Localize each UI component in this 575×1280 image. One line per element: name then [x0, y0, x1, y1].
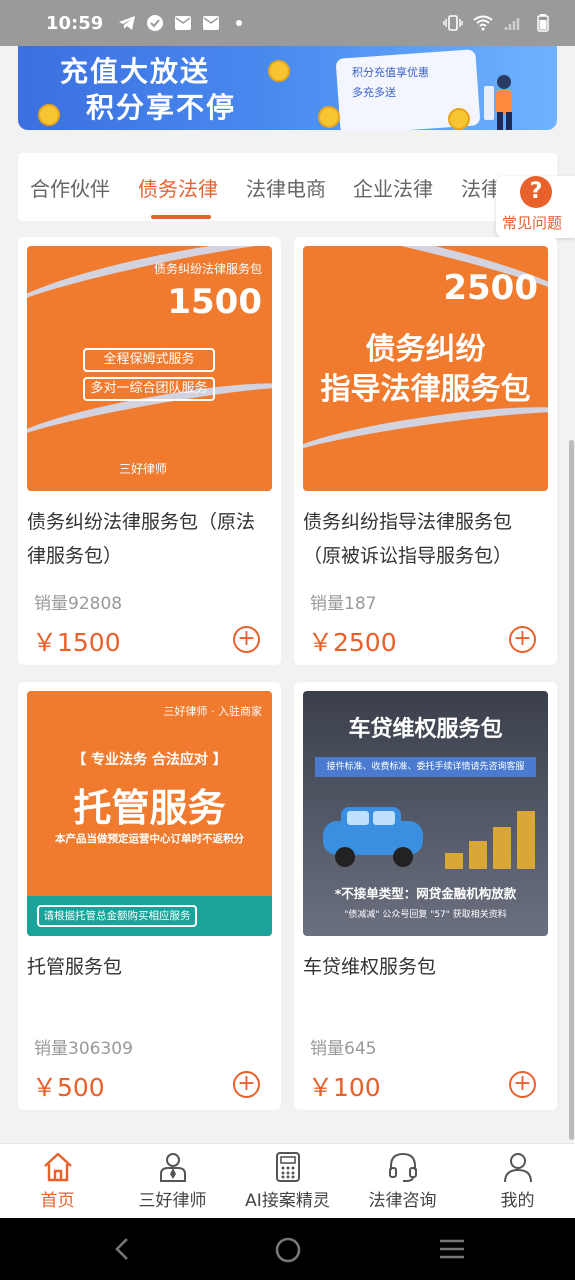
product-image: 车贷维权服务包 接件标准、收费标准、委托手续详情请先咨询客服 *不接单类型：网贷…	[303, 691, 548, 936]
product-card[interactable]: 债务纠纷法律服务包 1500 全程保姆式服务 多对一综合团队服务 三好律师 债务…	[18, 237, 281, 665]
product-sales: 销量92808	[34, 594, 123, 614]
product-sales: 销量187	[310, 594, 377, 614]
faq-button[interactable]: ? 常见问题	[496, 176, 575, 238]
nav-ai-assistant-label: AI接案精灵	[245, 1191, 330, 1211]
banner-title-line1: 充值大放送	[60, 55, 211, 88]
coins-stack-icon	[445, 811, 535, 869]
product-name: 债务纠纷指导法律服务包（原被诉讼指导服务包）	[303, 511, 513, 567]
status-bar: 10:59	[0, 0, 575, 46]
product-name: 车贷维权服务包	[303, 956, 437, 978]
product-name: 债务纠纷法律服务包（原法律服务包）	[27, 511, 256, 567]
vibrate-icon	[443, 14, 463, 32]
mail-icon	[173, 14, 193, 32]
lawyer-icon	[159, 1153, 186, 1182]
add-to-cart-button[interactable]: +	[509, 626, 536, 653]
coin-icon	[448, 108, 470, 130]
active-tab-indicator	[151, 215, 211, 219]
category-tabs: 合作伙伴 债务法律 法律电商 企业法律 法律秘	[18, 153, 557, 221]
wifi-icon	[473, 14, 493, 32]
scrollbar[interactable]	[569, 440, 574, 1140]
nav-lawyers-label: 三好律师	[138, 1191, 207, 1211]
recents-icon[interactable]	[438, 1236, 466, 1262]
banner-card-line1: 积分充值享优惠	[352, 66, 429, 79]
add-to-cart-button[interactable]: +	[233, 1071, 260, 1098]
system-navigation-bar	[0, 1218, 575, 1280]
product-price: ￥100	[308, 1073, 381, 1102]
question-icon: ?	[520, 176, 552, 208]
calculator-icon	[275, 1152, 300, 1182]
headset-icon	[388, 1152, 417, 1182]
telegram-icon	[117, 14, 137, 32]
mail-icon	[201, 14, 221, 32]
tab-law-ecommerce[interactable]: 法律电商	[246, 173, 326, 202]
home-circle-icon[interactable]	[274, 1236, 302, 1264]
tab-partners[interactable]: 合作伙伴	[30, 173, 110, 202]
dot-icon	[229, 14, 249, 32]
person-illustration-icon	[484, 75, 512, 130]
faq-label: 常见问题	[502, 214, 563, 232]
nav-profile[interactable]: 我的	[460, 1144, 575, 1218]
banner-card-line2: 多充多送	[352, 86, 396, 99]
nav-profile-label: 我的	[500, 1191, 535, 1211]
add-to-cart-button[interactable]: +	[509, 1071, 536, 1098]
notification-icons	[117, 14, 249, 32]
bottom-navigation: 首页 三好律师 AI接案精灵 法律咨询 我的	[0, 1143, 575, 1218]
nav-legal-consult[interactable]: 法律咨询	[345, 1144, 460, 1218]
product-card[interactable]: 2500 债务纠纷 指导法律服务包 债务纠纷指导法律服务包（原被诉讼指导服务包）…	[294, 237, 557, 665]
home-icon	[43, 1152, 72, 1182]
car-illustration-icon	[323, 807, 423, 867]
battery-icon	[533, 14, 553, 32]
nav-ai-assistant[interactable]: AI接案精灵	[230, 1144, 345, 1218]
product-price: ￥1500	[32, 628, 121, 657]
check-badge-icon	[145, 14, 165, 32]
coin-icon	[268, 60, 290, 82]
nav-home-label: 首页	[40, 1191, 75, 1211]
banner-title-line2: 积分享不停	[86, 91, 237, 124]
signal-icon	[503, 14, 523, 32]
product-card[interactable]: 车贷维权服务包 接件标准、收费标准、委托手续详情请先咨询客服 *不接单类型：网贷…	[294, 682, 557, 1110]
nav-legal-consult-label: 法律咨询	[368, 1191, 437, 1211]
nav-lawyers[interactable]: 三好律师	[115, 1144, 230, 1218]
tab-debt-law[interactable]: 债务法律	[138, 173, 218, 202]
tab-enterprise-law[interactable]: 企业法律	[353, 173, 433, 202]
product-price: ￥500	[32, 1073, 105, 1102]
product-sales: 销量645	[310, 1039, 377, 1059]
product-image: 债务纠纷法律服务包 1500 全程保姆式服务 多对一综合团队服务 三好律师	[27, 246, 272, 491]
product-name: 托管服务包	[27, 956, 123, 978]
system-icons	[443, 14, 553, 32]
user-icon	[503, 1153, 532, 1183]
coin-icon	[38, 104, 60, 126]
back-icon[interactable]	[110, 1236, 134, 1262]
coin-icon	[318, 106, 340, 128]
product-image: 2500 债务纠纷 指导法律服务包	[303, 246, 548, 491]
status-time: 10:59	[46, 12, 104, 34]
add-to-cart-button[interactable]: +	[233, 626, 260, 653]
product-card[interactable]: 三好律师 · 入驻商家 【 专业法务 合法应对 】 托管服务 本产品当做预定运营…	[18, 682, 281, 1110]
product-image: 三好律师 · 入驻商家 【 专业法务 合法应对 】 托管服务 本产品当做预定运营…	[27, 691, 272, 936]
product-sales: 销量306309	[34, 1039, 133, 1059]
promo-banner[interactable]: 充值大放送 积分享不停 积分充值享优惠 多充多送	[18, 46, 557, 130]
nav-home[interactable]: 首页	[0, 1144, 115, 1218]
product-price: ￥2500	[308, 628, 397, 657]
